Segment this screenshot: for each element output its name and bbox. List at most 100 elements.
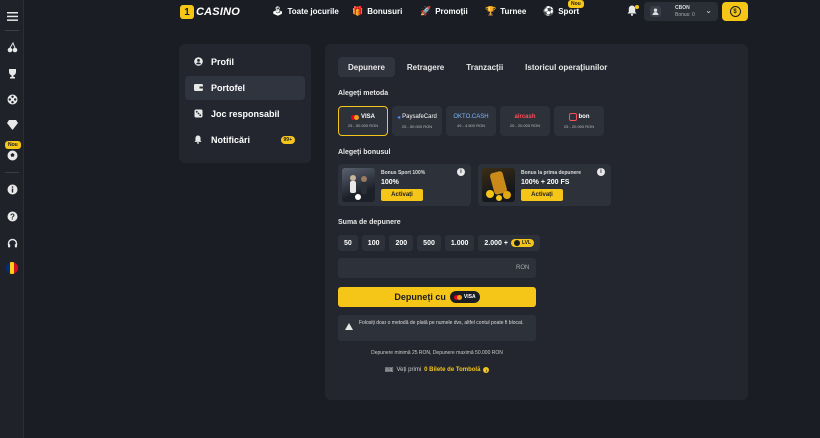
account-menu[interactable]: CBON Bonus: 0 ⌄ [644, 2, 718, 21]
tab-withdraw[interactable]: Retragere [397, 57, 454, 77]
info-icon[interactable]: i [597, 168, 605, 176]
method-range: 25 - 20.000 RON [563, 124, 595, 129]
method-range: 25 - 50.000 RON [401, 123, 433, 129]
payment-methods: VISA 25 - 50.000 RON ◂ PaysafeCard 25 - … [338, 106, 604, 136]
menu-item-wallet[interactable]: Portofel [185, 76, 305, 100]
amount-preset[interactable]: 1.000 [444, 235, 475, 251]
method-bon[interactable]: bon 25 - 20.000 RON [554, 106, 604, 136]
left-rail: Nou ? [0, 0, 24, 438]
nav-promotions[interactable]: 🚀 Promoții [420, 6, 468, 17]
lvl-label: LVL [521, 240, 532, 246]
sport-bonus-image [342, 168, 375, 202]
diamond-icon[interactable] [5, 118, 19, 132]
amount-preset[interactable]: 200 [389, 235, 414, 251]
bonus-value: 100% [381, 179, 399, 186]
amount-preset[interactable]: 100 [361, 235, 386, 251]
nav-all-games[interactable]: 🕹 Toate jocurile [272, 6, 339, 17]
bonus-card-sport: Bonus Sport 100% 100% Activați i [338, 164, 471, 206]
rail-divider [5, 30, 19, 31]
user-circle-icon [193, 56, 203, 68]
chevron-down-icon: ⌄ [705, 6, 712, 15]
tab-transactions[interactable]: Tranzacții [456, 57, 513, 77]
bon-logo-icon [568, 113, 577, 121]
romania-flag-icon[interactable] [5, 261, 19, 275]
bonus-card-first-deposit: Bonus la prima depunere 100% + 200 FS Ac… [478, 164, 611, 206]
rail-divider [5, 172, 19, 173]
method-range: 25 - 50.000 RON [347, 123, 379, 128]
nav-tournaments[interactable]: 🏆 Turnee [485, 6, 526, 17]
deposit-button[interactable]: Depuneți cu VISA [338, 287, 536, 307]
gift-icon: 🎁 [352, 6, 364, 16]
tickets-prefix: Veți primi [396, 367, 422, 373]
paysafecard-icon: ◂ [397, 114, 401, 121]
coin-icon: $ [729, 6, 741, 17]
warning-icon [345, 323, 353, 330]
nav-label: Bonusuri [367, 7, 403, 16]
nav-label: Toate jocurile [287, 7, 339, 16]
help-icon[interactable]: ? [5, 209, 19, 223]
activate-button[interactable]: Activați [521, 189, 563, 201]
menu-item-notifications[interactable]: Notificări 99+ [185, 128, 305, 152]
method-aircash[interactable]: aircash 25 - 20.000 RON [500, 106, 550, 136]
lvl-badge: LVL [510, 239, 535, 247]
menu-item-label: Notificări [211, 135, 251, 145]
joystick-icon: 🕹 [272, 6, 284, 16]
menu-icon[interactable] [5, 9, 19, 23]
method-name: OKTO.CASH [453, 114, 489, 120]
method-name: PaysafeCard [402, 114, 437, 120]
trophy-icon[interactable] [5, 66, 19, 80]
wallet-button[interactable]: $ [722, 2, 748, 21]
notifications-count-badge: 99+ [280, 136, 295, 144]
activate-button[interactable]: Activați [381, 189, 423, 201]
method-paysafecard[interactable]: ◂ PaysafeCard 25 - 50.000 RON [392, 106, 442, 136]
tab-deposit[interactable]: Depunere [338, 57, 395, 77]
menu-item-label: Joc responsabil [211, 109, 280, 119]
mastercard-icon [453, 294, 462, 300]
dice-icon [193, 109, 203, 120]
info-icon[interactable]: i [457, 168, 465, 176]
card-brand: VISA [463, 294, 476, 300]
svg-text:?: ? [10, 212, 15, 221]
amount-input[interactable] [338, 258, 536, 278]
info-icon[interactable] [5, 182, 19, 196]
nav-label: Sport [558, 7, 580, 16]
method-visa[interactable]: VISA 25 - 50.000 RON [338, 106, 388, 136]
amount-title: Suma de depunere [338, 219, 401, 226]
film-reel-icon[interactable] [5, 92, 19, 106]
amount-preset-lvl[interactable]: 2.000 + LVL [478, 235, 541, 251]
wallet-panel: Depunere Retragere Tranzacții Istoricul … [325, 44, 748, 400]
soccer-ball-icon[interactable] [5, 148, 19, 162]
cherries-icon[interactable] [5, 40, 19, 54]
ticket-icon: 🎟 [384, 367, 394, 374]
amount-presets: 50 100 200 500 1.000 2.000 + LVL [338, 235, 541, 251]
account-name: CBON [675, 4, 690, 11]
amount-preset[interactable]: 500 [417, 235, 441, 251]
casino-logo[interactable]: 1 CASINO [180, 5, 240, 19]
method-range: 25 - 20.000 RON [509, 123, 541, 128]
warning-text: Folosiți doar o metodă de plată pe numel… [359, 320, 524, 326]
deposit-limits: Depunere minimă 25 RON, Depunere maximă … [371, 350, 503, 356]
menu-item-profile[interactable]: Profil [185, 50, 305, 74]
amount-preset[interactable]: 50 [338, 235, 358, 251]
menu-item-responsible-gaming[interactable]: Joc responsabil [185, 102, 305, 126]
bonus-title-text: Bonus la prima depunere [521, 170, 582, 176]
info-icon[interactable]: i [483, 367, 490, 373]
visa-card-pill: VISA [449, 291, 480, 303]
mastercard-icon [350, 114, 359, 120]
payment-warning: Folosiți doar o metodă de plată pe numel… [338, 315, 536, 341]
bonus-title: Alegeți bonusul [338, 149, 391, 156]
method-name: aircash [514, 114, 536, 120]
method-oktocash[interactable]: OKTO.CASH 49 - 4.500 RON [446, 106, 496, 136]
tab-history[interactable]: Istoricul operațiunilor [515, 57, 617, 77]
lvl-coin-icon [513, 240, 520, 246]
sport-new-badge: Nou [568, 0, 584, 8]
support-icon[interactable] [5, 236, 19, 250]
nav-bonuses[interactable]: 🎁 Bonusuri [352, 6, 402, 17]
trophy-icon: 🏆 [485, 6, 497, 16]
rocket-icon: 🚀 [420, 6, 432, 16]
deposit-button-label: Depuneți cu [394, 292, 446, 302]
method-name: VISA [360, 114, 375, 120]
casino-bonus-image [482, 168, 515, 202]
amount-preset-label: 2.000 + [484, 239, 508, 247]
account-bonus: Bonus: 0 [675, 11, 695, 18]
